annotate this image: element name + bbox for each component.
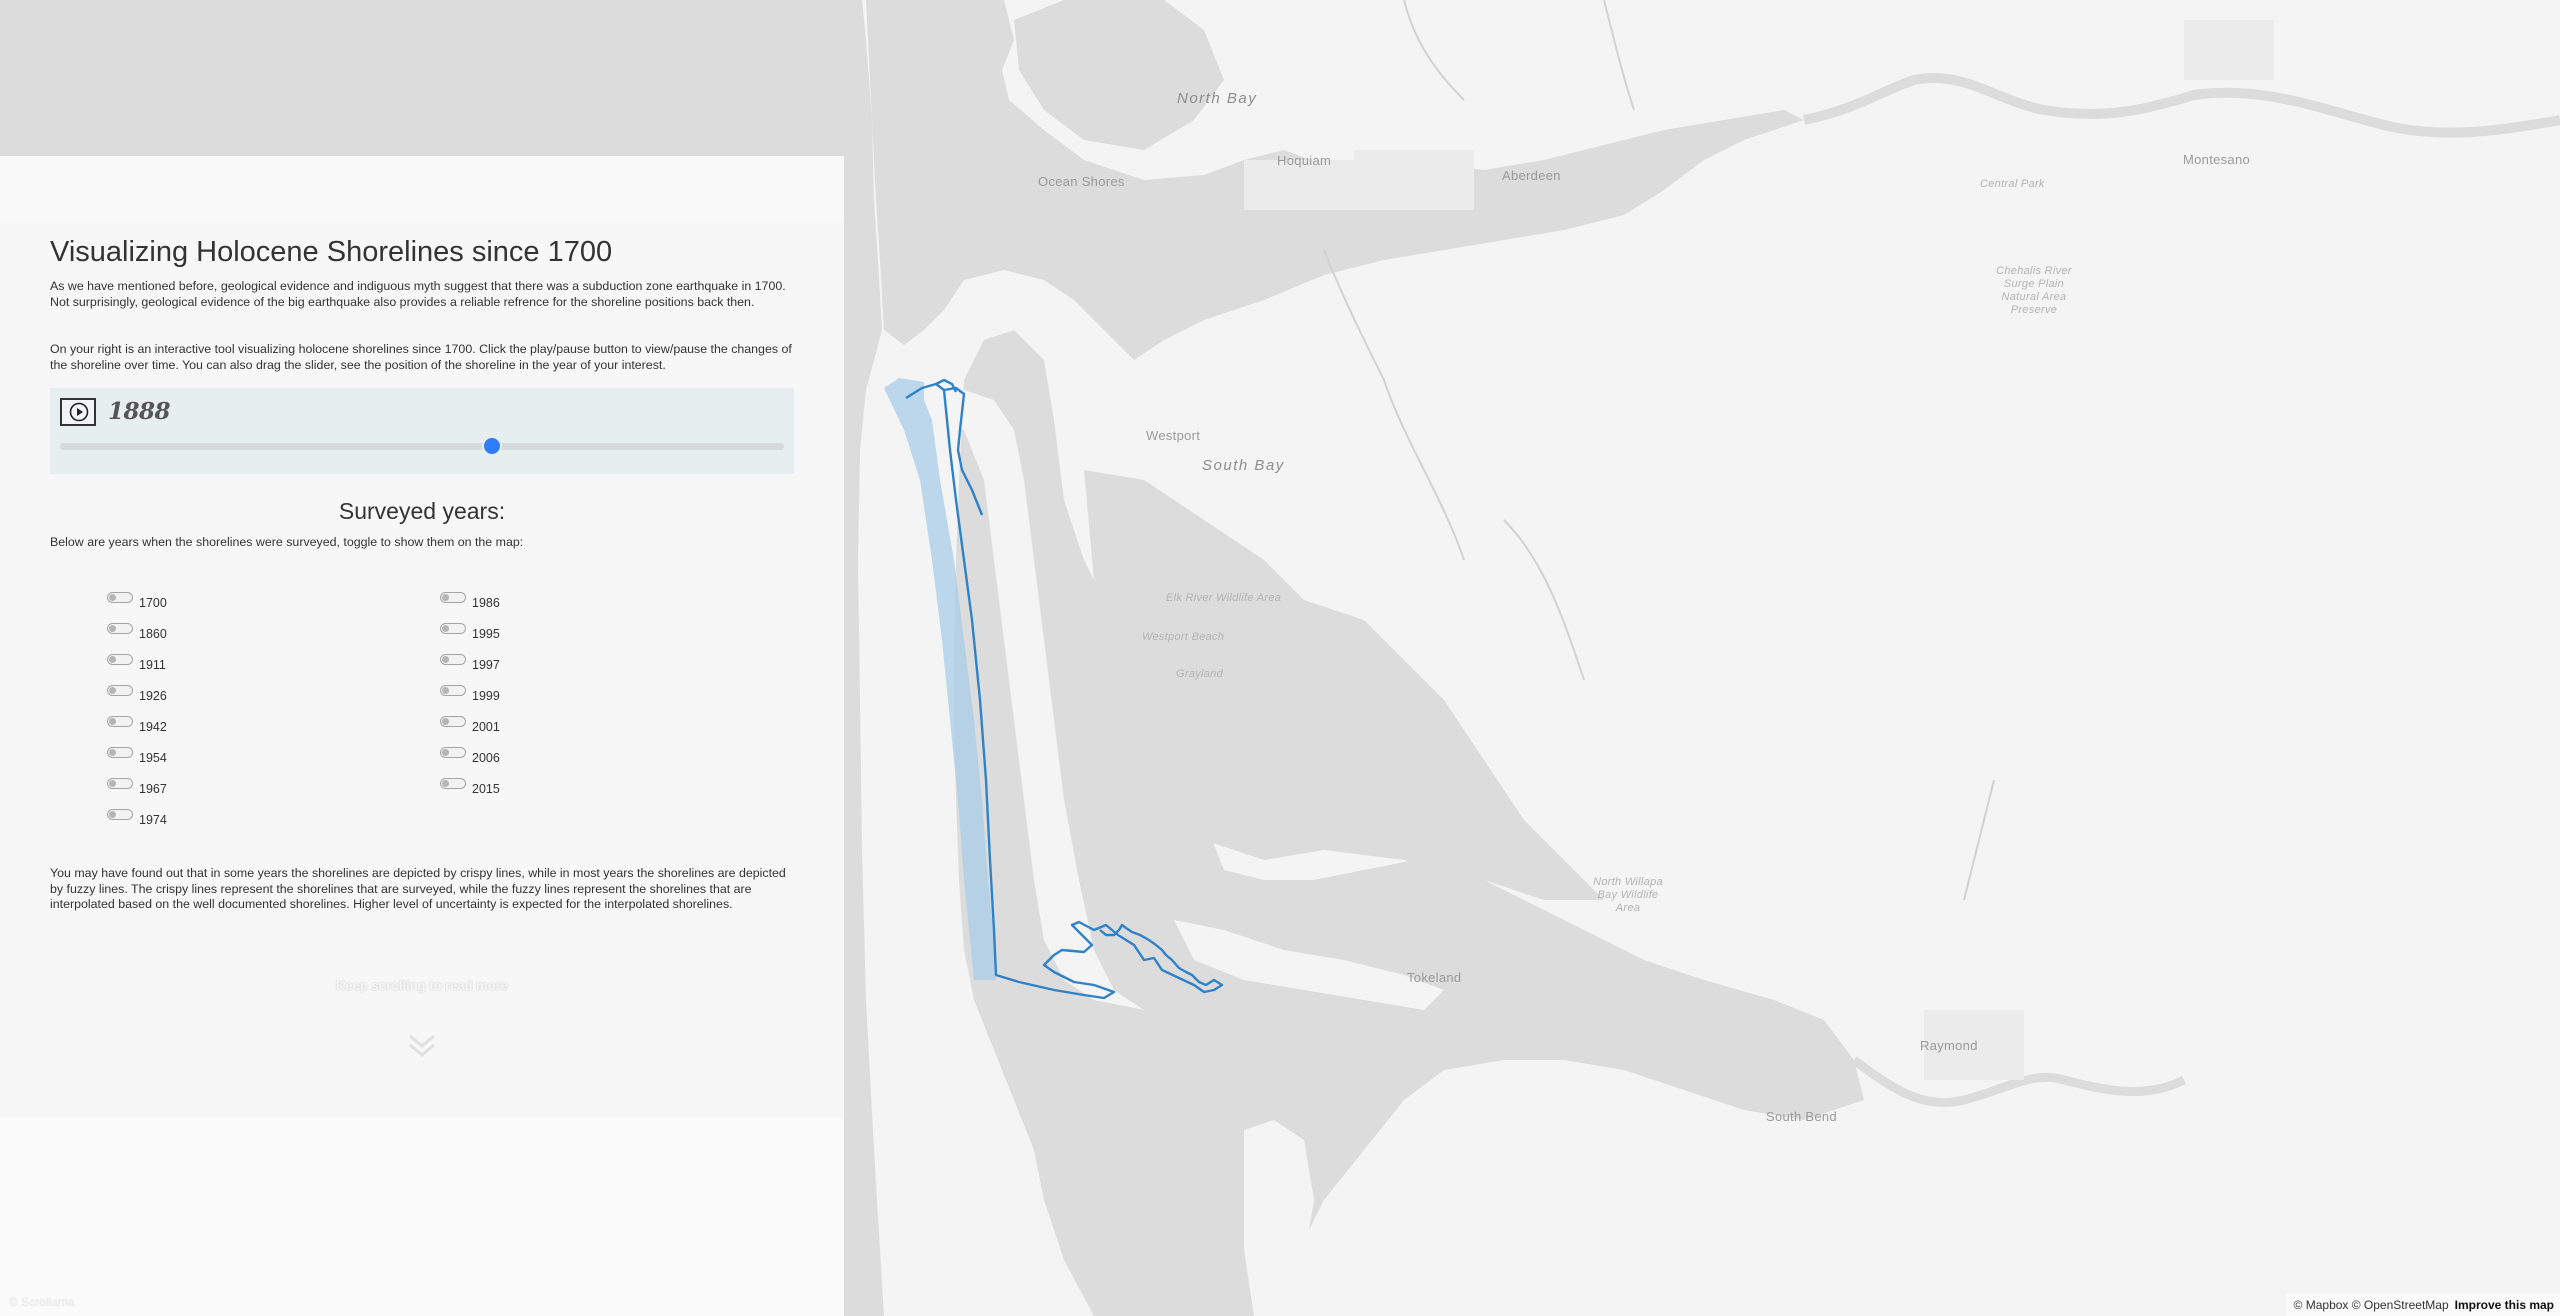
timeline-player: 1888 xyxy=(50,388,794,474)
toggle-switch[interactable] xyxy=(440,685,466,696)
map-label-aberdeen: Aberdeen xyxy=(1502,168,1561,183)
year-toggle-label: 1954 xyxy=(139,751,167,765)
map-label-north-willapa: North Willapa Bay Wildlife Area xyxy=(1593,876,1663,914)
map-label-westport: Westport xyxy=(1146,428,1201,443)
south-bay-island xyxy=(1214,330,1314,440)
map-label-central-park: Central Park xyxy=(1980,178,2045,190)
surveyed-years-title: Surveyed years: xyxy=(338,498,506,524)
play-pause-button[interactable] xyxy=(60,398,96,426)
year-toggle-label: 2015 xyxy=(472,782,500,796)
year-toggle-label: 1997 xyxy=(472,658,500,672)
attribution-text: © Mapbox © OpenStreetMap xyxy=(2293,1298,2449,1312)
year-toggle-label: 1926 xyxy=(139,689,167,703)
year-toggle-label: 1967 xyxy=(139,782,167,796)
map-label-chehalis: Chehalis River Surge Plain Natural Area … xyxy=(1996,265,2072,316)
year-toggle-label: 2001 xyxy=(472,720,500,734)
toggle-switch[interactable] xyxy=(107,716,133,727)
instructions-paragraph: On your right is an interactive tool vis… xyxy=(50,342,792,372)
map[interactable]: North Bay South Bay Ocean Shores Hoquiam… xyxy=(844,0,2560,1316)
year-slider-handle[interactable] xyxy=(484,438,501,454)
toggle-switch[interactable] xyxy=(440,716,466,727)
map-label-hoquiam: Hoquiam xyxy=(1277,153,1332,168)
map-label-south-bend: South Bend xyxy=(1766,1109,1837,1124)
toggle-switch[interactable] xyxy=(107,747,133,758)
corner-credit: © Scrollama xyxy=(9,1295,75,1309)
line-style-paragraph: You may have found out that in some year… xyxy=(50,866,786,911)
year-toggle-label: 1860 xyxy=(139,627,167,641)
map-label-montesano: Montesano xyxy=(2183,152,2251,167)
map-label-north-bay: North Bay xyxy=(1177,90,1258,107)
north-bay xyxy=(1014,0,1224,150)
keep-scrolling-hint: Keep scrolling to read more xyxy=(336,978,508,993)
intro-paragraph: As we have mentioned before, geological … xyxy=(50,279,786,309)
year-slider[interactable] xyxy=(60,443,784,450)
year-toggle-label: 1986 xyxy=(472,596,500,610)
toggle-switch[interactable] xyxy=(107,685,133,696)
toggle-switch[interactable] xyxy=(440,778,466,789)
improve-map-link[interactable]: Improve this map xyxy=(2455,1298,2554,1312)
map-label-grayland: Grayland xyxy=(1176,668,1224,680)
play-icon xyxy=(69,402,89,422)
year-toggle-label: 1942 xyxy=(139,720,167,734)
story-bottom-band xyxy=(0,1118,844,1316)
map-label-raymond: Raymond xyxy=(1920,1038,1978,1053)
map-canvas xyxy=(844,0,2560,1316)
year-toggle-label: 1999 xyxy=(472,689,500,703)
scroll-down-icon[interactable] xyxy=(406,1032,438,1065)
surveyed-years-description: Below are years when the shorelines were… xyxy=(50,535,524,549)
current-year: 1888 xyxy=(108,398,171,425)
map-label-south-bay: South Bay xyxy=(1202,457,1285,474)
toggle-switch[interactable] xyxy=(107,778,133,789)
story-title: Visualizing Holocene Shorelines since 17… xyxy=(50,236,613,268)
toggle-switch[interactable] xyxy=(440,623,466,634)
map-label-wildlife-area: Elk River Wildlife Area xyxy=(1166,592,1282,604)
montesano-urban xyxy=(2184,20,2274,80)
map-label-westport-beach: Westport Beach xyxy=(1142,631,1225,643)
map-label-tokeland: Tokeland xyxy=(1407,970,1462,985)
chehalis-river xyxy=(1803,73,2560,138)
year-toggle-label: 2006 xyxy=(472,751,500,765)
toggle-switch[interactable] xyxy=(107,809,133,820)
map-label-ocean-shores: Ocean Shores xyxy=(1038,174,1125,189)
toggle-switch[interactable] xyxy=(440,592,466,603)
map-attribution: © Mapbox © OpenStreetMap Improve this map xyxy=(2285,1294,2560,1316)
year-toggle-label: 1911 xyxy=(139,658,166,672)
aberdeen-urban xyxy=(1354,150,1474,210)
year-toggle-label: 1995 xyxy=(472,627,500,641)
story-top-band xyxy=(0,156,844,222)
story-step: Visualizing Holocene Shorelines since 17… xyxy=(0,222,844,1118)
toggle-switch[interactable] xyxy=(107,592,133,603)
toggle-switch[interactable] xyxy=(107,623,133,634)
toggle-switch[interactable] xyxy=(440,747,466,758)
toggle-switch[interactable] xyxy=(440,654,466,665)
year-toggle-label: 1974 xyxy=(139,813,167,827)
long-beach-peninsula xyxy=(1244,1120,1314,1316)
toggle-switch[interactable] xyxy=(107,654,133,665)
year-toggle-label: 1700 xyxy=(139,596,167,610)
